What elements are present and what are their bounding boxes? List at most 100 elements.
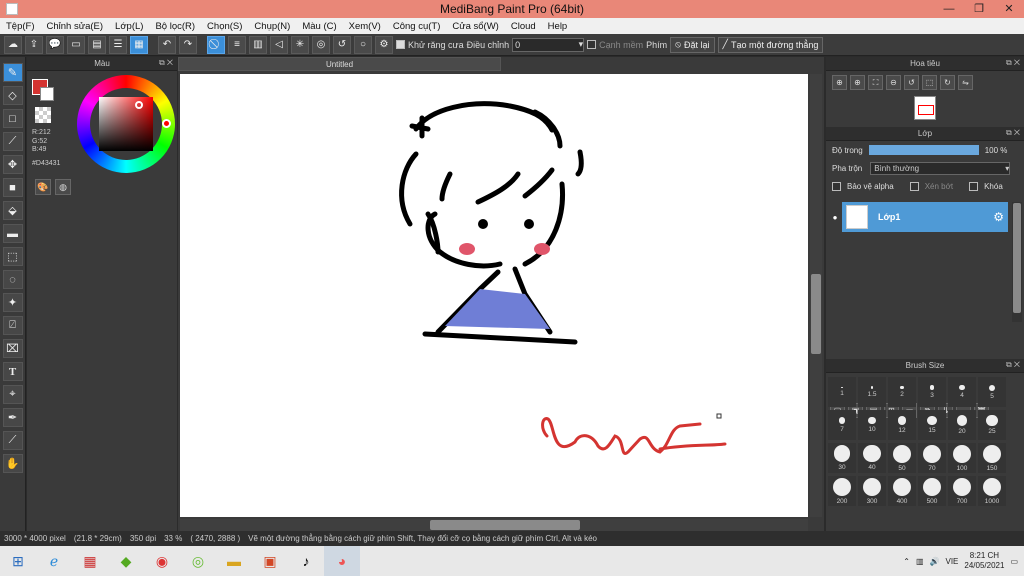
fit-icon[interactable]: ⛶ xyxy=(868,75,883,90)
vertical-scroll-thumb[interactable] xyxy=(811,274,821,354)
panel-controls[interactable]: ⧉ ✕ xyxy=(1006,360,1020,370)
eyedropper-tool-icon[interactable]: ⟋ xyxy=(2,431,23,450)
brush-size-option[interactable]: 12 xyxy=(888,410,916,440)
layer-scrollbar[interactable] xyxy=(1012,202,1022,322)
hue-marker[interactable] xyxy=(162,119,171,128)
saturation-value-square[interactable] xyxy=(99,97,153,151)
brush-size-option[interactable]: 70 xyxy=(918,443,946,473)
menu-color[interactable]: Màu (C) xyxy=(296,21,342,32)
antialias-toggle[interactable]: Khử răng cưa xyxy=(396,40,464,50)
menu-help[interactable]: Help xyxy=(542,21,574,32)
volume-icon[interactable]: 🔊 xyxy=(930,557,940,566)
eraser-tool-icon[interactable]: ◇ xyxy=(2,86,23,105)
grid-icon[interactable]: ▦ xyxy=(130,35,148,54)
blur-tool-icon[interactable]: ⟋ xyxy=(2,132,23,151)
brush-size-option[interactable]: 7 xyxy=(828,410,856,440)
pen-tool-icon[interactable]: ✒ xyxy=(2,408,23,427)
navigator-thumbnail[interactable] xyxy=(914,96,936,120)
comment-icon[interactable]: 💬 xyxy=(46,35,64,54)
dot-tool-icon[interactable]: □ xyxy=(2,109,23,128)
circle-snap-icon[interactable]: ○ xyxy=(354,35,372,54)
brush-size-option[interactable]: 500 xyxy=(918,476,946,506)
windows-start-icon[interactable]: ⊞ xyxy=(0,546,36,576)
reset-button[interactable]: ⦸ Đặt lại xyxy=(670,36,715,53)
menu-tools[interactable]: Công cụ(T) xyxy=(387,21,447,32)
menu-cloud[interactable]: Cloud xyxy=(505,21,542,32)
menu-file[interactable]: Tệp(F) xyxy=(0,21,41,32)
internet-explorer-icon[interactable]: ℯ xyxy=(36,546,72,576)
redo-icon[interactable]: ↷ xyxy=(179,35,197,54)
move-tool-icon[interactable]: ✥ xyxy=(2,155,23,174)
palette-icon[interactable]: 🎨 xyxy=(35,179,51,195)
clipping-checkbox[interactable] xyxy=(909,181,919,191)
select-eraser-tool-icon[interactable]: ⌧ xyxy=(2,339,23,358)
soft-edge-toggle[interactable]: Cạnh mềm xyxy=(587,40,643,50)
brush-size-option[interactable]: 700 xyxy=(948,476,976,506)
zoom-in-alt-icon[interactable]: ⊕ xyxy=(850,75,865,90)
page-icon[interactable]: ▤ xyxy=(88,35,106,54)
transparent-color-swatch[interactable] xyxy=(35,107,51,123)
brush-size-option[interactable]: 3 xyxy=(918,377,946,407)
brush-size-option[interactable]: 2 xyxy=(888,377,916,407)
no-snap-icon[interactable]: ⃠ xyxy=(207,35,225,54)
tiktok-icon[interactable]: ♪ xyxy=(288,546,324,576)
menu-snap[interactable]: Chụp(N) xyxy=(248,21,296,32)
divide-tool-icon[interactable]: ⌖ xyxy=(2,385,23,404)
menu-view[interactable]: Xem(V) xyxy=(343,21,387,32)
chat-icon[interactable]: ▭ xyxy=(67,35,85,54)
menu-edit[interactable]: Chỉnh sửa(E) xyxy=(41,21,110,32)
coccoc-icon[interactable]: ◎ xyxy=(180,546,216,576)
brush-size-option[interactable]: 25 xyxy=(978,410,1006,440)
soft-edge-checkbox[interactable] xyxy=(587,40,597,49)
chrome-icon[interactable]: ◉ xyxy=(144,546,180,576)
layer-row[interactable]: ● Lớp1 ⚙ xyxy=(828,202,1008,232)
rotate-right-icon[interactable]: ↻ xyxy=(940,75,955,90)
palette-add-icon[interactable]: ◍ xyxy=(55,179,71,195)
brush-size-option[interactable]: 15 xyxy=(918,410,946,440)
undo-icon[interactable]: ↶ xyxy=(158,35,176,54)
brush-tool-icon[interactable]: ✎ xyxy=(2,63,23,82)
brush-size-option[interactable]: 1.5 xyxy=(858,377,886,407)
opacity-slider[interactable] xyxy=(868,145,979,155)
brush-size-option[interactable]: 400 xyxy=(888,476,916,506)
menu-select[interactable]: Chọn(S) xyxy=(201,21,248,32)
fit-window-icon[interactable]: ⬚ xyxy=(922,75,937,90)
bluestacks-icon[interactable]: ◆ xyxy=(108,546,144,576)
blend-mode-select[interactable]: Bình thường ▾ xyxy=(870,161,1011,175)
background-color-swatch[interactable] xyxy=(40,87,54,101)
medibang-taskbar-icon[interactable]: ◕ xyxy=(324,546,360,576)
document-tab[interactable]: Untitled xyxy=(178,57,501,71)
clock[interactable]: 8:21 CH 24/05/2021 xyxy=(964,551,1004,571)
brush-size-option[interactable]: 50 xyxy=(888,443,916,473)
lasso-tool-icon[interactable]: ◌ xyxy=(2,270,23,289)
file-explorer-icon[interactable]: ▬ xyxy=(216,546,252,576)
radial-snap-icon[interactable]: ✳ xyxy=(291,35,309,54)
brush-size-option[interactable]: 200 xyxy=(828,476,856,506)
straight-line-button[interactable]: ╱ Tạo một đường thẳng xyxy=(717,36,824,53)
brush-size-option[interactable]: 1 xyxy=(828,377,856,407)
network-icon[interactable]: ▥ xyxy=(916,557,924,566)
correction-select[interactable]: 0 ▾ xyxy=(512,37,585,52)
panel-controls[interactable]: ⧉ ✕ xyxy=(1006,128,1020,138)
menu-window[interactable]: Cửa sổ(W) xyxy=(446,21,504,32)
horizontal-scrollbar[interactable] xyxy=(180,519,808,531)
brush-size-option[interactable]: 5 xyxy=(978,377,1006,407)
tray-up-icon[interactable]: ⌃ xyxy=(903,557,910,566)
flip-icon[interactable]: ⇋ xyxy=(958,75,973,90)
menu-layer[interactable]: Lớp(L) xyxy=(109,21,149,32)
brush-size-option[interactable]: 4 xyxy=(948,377,976,407)
notification-icon[interactable]: ▭ xyxy=(1010,557,1018,566)
select-pen-tool-icon[interactable]: ⍁ xyxy=(2,316,23,335)
zoom-in-icon[interactable]: ⊕ xyxy=(832,75,847,90)
list-icon[interactable]: ☰ xyxy=(109,35,127,54)
hand-tool-icon[interactable]: ✋ xyxy=(2,454,23,473)
sv-marker[interactable] xyxy=(135,101,143,109)
vanishing-snap-icon[interactable]: ◁ xyxy=(270,35,288,54)
antialias-checkbox[interactable] xyxy=(396,40,405,49)
brush-size-option[interactable]: 150 xyxy=(978,443,1006,473)
brush-size-option[interactable]: 20 xyxy=(948,410,976,440)
panel-controls[interactable]: ⧉ ✕ xyxy=(159,58,173,68)
layer-scroll-thumb[interactable] xyxy=(1013,203,1021,313)
language-indicator[interactable]: VIE xyxy=(945,557,958,566)
settings-icon[interactable]: ⚙ xyxy=(375,35,393,54)
